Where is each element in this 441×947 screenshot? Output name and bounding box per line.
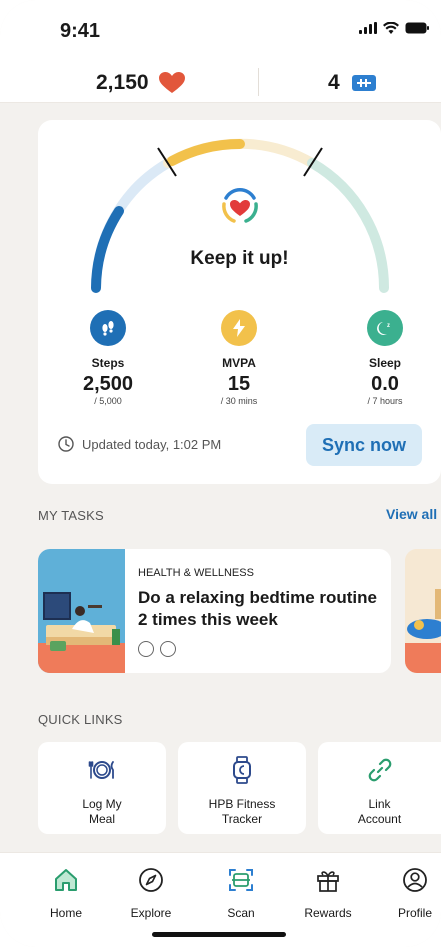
quick-link-fitness-tracker[interactable]: HPB Fitness Tracker [178, 742, 306, 834]
svg-text:z: z [387, 323, 390, 329]
last-updated-text: Updated today, 1:02 PM [82, 436, 222, 452]
steps-label: Steps [91, 356, 125, 370]
quick-link-link-account[interactable]: Link Account [318, 742, 441, 834]
home-icon [55, 869, 77, 891]
link-icon [368, 758, 391, 782]
last-updated: Updated today, 1:02 PM [58, 436, 221, 452]
nav-home[interactable]: Home [26, 867, 106, 920]
quick-link-label-line1: Log My [82, 797, 122, 811]
next-task-card[interactable] [405, 549, 441, 673]
nav-label: Scan [227, 906, 255, 920]
steps-value: 2,500 [82, 373, 134, 395]
heart-icon [158, 72, 185, 93]
sleep-label: Sleep [368, 356, 401, 370]
mvpa-progress-arc [167, 138, 245, 166]
quick-link-label-line2: Meal [88, 812, 115, 826]
scan-icon [229, 869, 253, 891]
task-category: HEALTH & WELLNESS [138, 567, 254, 579]
next-task-illustration [405, 549, 441, 673]
battery-icon [405, 22, 429, 34]
points-balance[interactable]: 2,150 [96, 71, 185, 95]
task-progress [138, 641, 176, 657]
nav-explore[interactable]: Explore [111, 867, 191, 920]
badges-count[interactable]: 4 [328, 71, 376, 95]
task-progress-dot [138, 641, 154, 657]
sync-now-button[interactable]: Sync now [306, 424, 422, 466]
task-title: Do a relaxing bedtime routine 2 times th… [138, 588, 377, 629]
nav-profile[interactable]: Profile [375, 867, 441, 920]
wifi-icon [383, 22, 399, 34]
nav-rewards[interactable]: Rewards [288, 867, 368, 920]
bedtime-illustration [38, 549, 125, 673]
steps-goal: / 5,000 [94, 396, 122, 406]
heart-cycle-icon [222, 188, 258, 223]
home-indicator [152, 932, 286, 937]
quick-links-heading: QUICK LINKS [38, 712, 123, 727]
nav-label: Home [49, 906, 82, 920]
steps-icon [90, 310, 126, 346]
nav-label: Profile [397, 906, 432, 920]
task-progress-dot [160, 641, 176, 657]
status-icons [359, 22, 429, 34]
quick-link-label-line2: Tracker [221, 812, 263, 826]
view-all-tasks-link[interactable]: View all [386, 506, 437, 522]
clock-icon [58, 436, 74, 452]
badges-value: 4 [328, 71, 340, 94]
status-time: 9:41 [60, 20, 101, 42]
compass-icon [139, 868, 163, 892]
mvpa-label: MVPA [222, 356, 256, 370]
quick-link-label: Link Account [318, 797, 441, 827]
lightning-icon [221, 310, 257, 346]
quick-link-label: Log My Meal [38, 797, 166, 827]
quick-link-label: HPB Fitness Tracker [178, 797, 306, 827]
quick-link-label-line1: HPB Fitness [208, 797, 276, 811]
app-screen: 9:41 2,150 4 Keep it up! Steps 2,500 / 5… [0, 0, 441, 947]
sleep-goal: / 7 hours [367, 396, 403, 406]
signal-icon [359, 22, 377, 34]
moon-icon: z [367, 310, 403, 346]
header-divider [258, 68, 259, 96]
nav-label: Rewards [304, 906, 352, 920]
quick-link-label-line1: Link [368, 797, 391, 811]
nav-scan[interactable]: Scan [201, 867, 281, 920]
mvpa-goal: / 30 mins [220, 396, 258, 406]
ticket-icon [351, 75, 376, 91]
header: 9:41 2,150 4 [0, 0, 441, 103]
sleep-value: 0.0 [371, 373, 399, 395]
quick-link-log-meal[interactable]: Log My Meal [38, 742, 166, 834]
mvpa-value: 15 [227, 373, 251, 395]
quick-link-label-line2: Account [357, 812, 402, 826]
points-value: 2,150 [96, 71, 149, 94]
steps-metric[interactable]: Steps 2,500 / 5,000 [53, 310, 163, 406]
my-tasks-heading: MY TASKS [38, 508, 104, 523]
task-card[interactable]: HEALTH & WELLNESS Do a relaxing bedtime … [38, 549, 391, 673]
profile-icon [403, 868, 427, 892]
gift-icon [317, 871, 339, 892]
activity-card: Keep it up! Steps 2,500 / 5,000 MVPA 15 … [38, 120, 441, 484]
motivation-message: Keep it up! [190, 248, 289, 269]
nav-label: Explore [130, 906, 172, 920]
meal-icon [88, 761, 114, 779]
sleep-metric[interactable]: z Sleep 0.0 / 7 hours [330, 310, 440, 406]
mvpa-metric[interactable]: MVPA 15 / 30 mins [184, 310, 294, 406]
fitness-tracker-icon [233, 756, 251, 784]
